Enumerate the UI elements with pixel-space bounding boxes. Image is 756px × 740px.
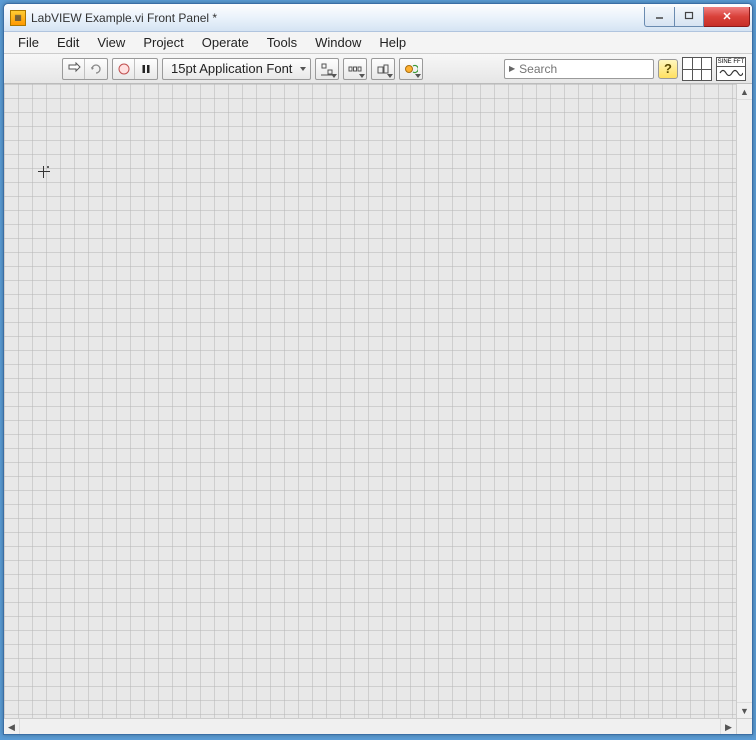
menu-edit[interactable]: Edit <box>49 33 87 52</box>
pause-icon <box>139 62 153 76</box>
vi-icon[interactable]: SINE FFT <box>716 57 746 81</box>
run-continuous-button[interactable] <box>85 59 107 79</box>
scroll-right-button[interactable]: ▶ <box>720 719 736 734</box>
chevron-down-icon <box>415 74 421 78</box>
reorder-group <box>399 58 423 80</box>
app-window: ▦ LabVIEW Example.vi Front Panel * File … <box>3 3 753 735</box>
close-icon <box>722 11 732 21</box>
horizontal-scrollbar[interactable]: ◀ ▶ <box>4 718 736 734</box>
chevron-down-icon <box>300 67 306 71</box>
align-group <box>315 58 339 80</box>
scroll-corner <box>736 718 752 734</box>
help-button[interactable]: ? <box>658 59 678 79</box>
menubar: File Edit View Project Operate Tools Win… <box>4 32 752 54</box>
run-arrow-icon <box>67 62 81 76</box>
search-play-icon: ▶ <box>509 64 515 73</box>
chevron-down-icon <box>359 74 365 78</box>
minimize-button[interactable] <box>644 7 674 27</box>
maximize-icon <box>684 11 694 21</box>
distribute-button[interactable] <box>344 59 366 79</box>
vertical-scrollbar[interactable]: ▲ ▼ <box>736 84 752 718</box>
window-controls <box>644 7 750 27</box>
font-selector[interactable]: 15pt Application Font <box>162 58 311 80</box>
menu-view[interactable]: View <box>89 33 133 52</box>
menu-project[interactable]: Project <box>135 33 191 52</box>
reorder-button[interactable] <box>400 59 422 79</box>
chevron-down-icon <box>331 74 337 78</box>
menu-file[interactable]: File <box>10 33 47 52</box>
front-panel-canvas[interactable] <box>4 84 736 718</box>
run-continuous-icon <box>89 62 103 76</box>
chevron-down-icon <box>387 74 393 78</box>
run-button[interactable] <box>63 59 85 79</box>
abort-icon <box>117 62 131 76</box>
distribute-group <box>343 58 367 80</box>
app-icon: ▦ <box>10 10 26 26</box>
menu-help[interactable]: Help <box>371 33 414 52</box>
scroll-left-button[interactable]: ◀ <box>4 719 20 734</box>
toolbar: 15pt Application Font <box>4 54 752 84</box>
pause-button[interactable] <box>135 59 157 79</box>
crosshair-cursor-icon <box>38 166 50 178</box>
sine-wave-icon <box>717 67 745 80</box>
run-group <box>62 58 108 80</box>
scroll-up-button[interactable]: ▲ <box>737 84 752 100</box>
minimize-icon <box>655 11 665 21</box>
search-box[interactable]: ▶ <box>504 59 654 79</box>
search-input[interactable] <box>519 62 674 76</box>
abort-button[interactable] <box>113 59 135 79</box>
resize-group <box>371 58 395 80</box>
menu-tools[interactable]: Tools <box>259 33 305 52</box>
align-button[interactable] <box>316 59 338 79</box>
menu-window[interactable]: Window <box>307 33 369 52</box>
font-label: 15pt Application Font <box>171 61 292 76</box>
connector-pane[interactable] <box>682 57 712 81</box>
vi-icon-label: SINE FFT <box>717 58 745 67</box>
front-panel-area: ▲ ▼ ◀ ▶ <box>4 84 752 734</box>
titlebar[interactable]: ▦ LabVIEW Example.vi Front Panel * <box>4 4 752 32</box>
maximize-button[interactable] <box>674 7 704 27</box>
close-button[interactable] <box>704 7 750 27</box>
scroll-down-button[interactable]: ▼ <box>737 702 752 718</box>
abort-pause-group <box>112 58 158 80</box>
menu-operate[interactable]: Operate <box>194 33 257 52</box>
help-icon: ? <box>664 61 672 76</box>
window-title: LabVIEW Example.vi Front Panel * <box>31 11 217 25</box>
resize-objects-button[interactable] <box>372 59 394 79</box>
